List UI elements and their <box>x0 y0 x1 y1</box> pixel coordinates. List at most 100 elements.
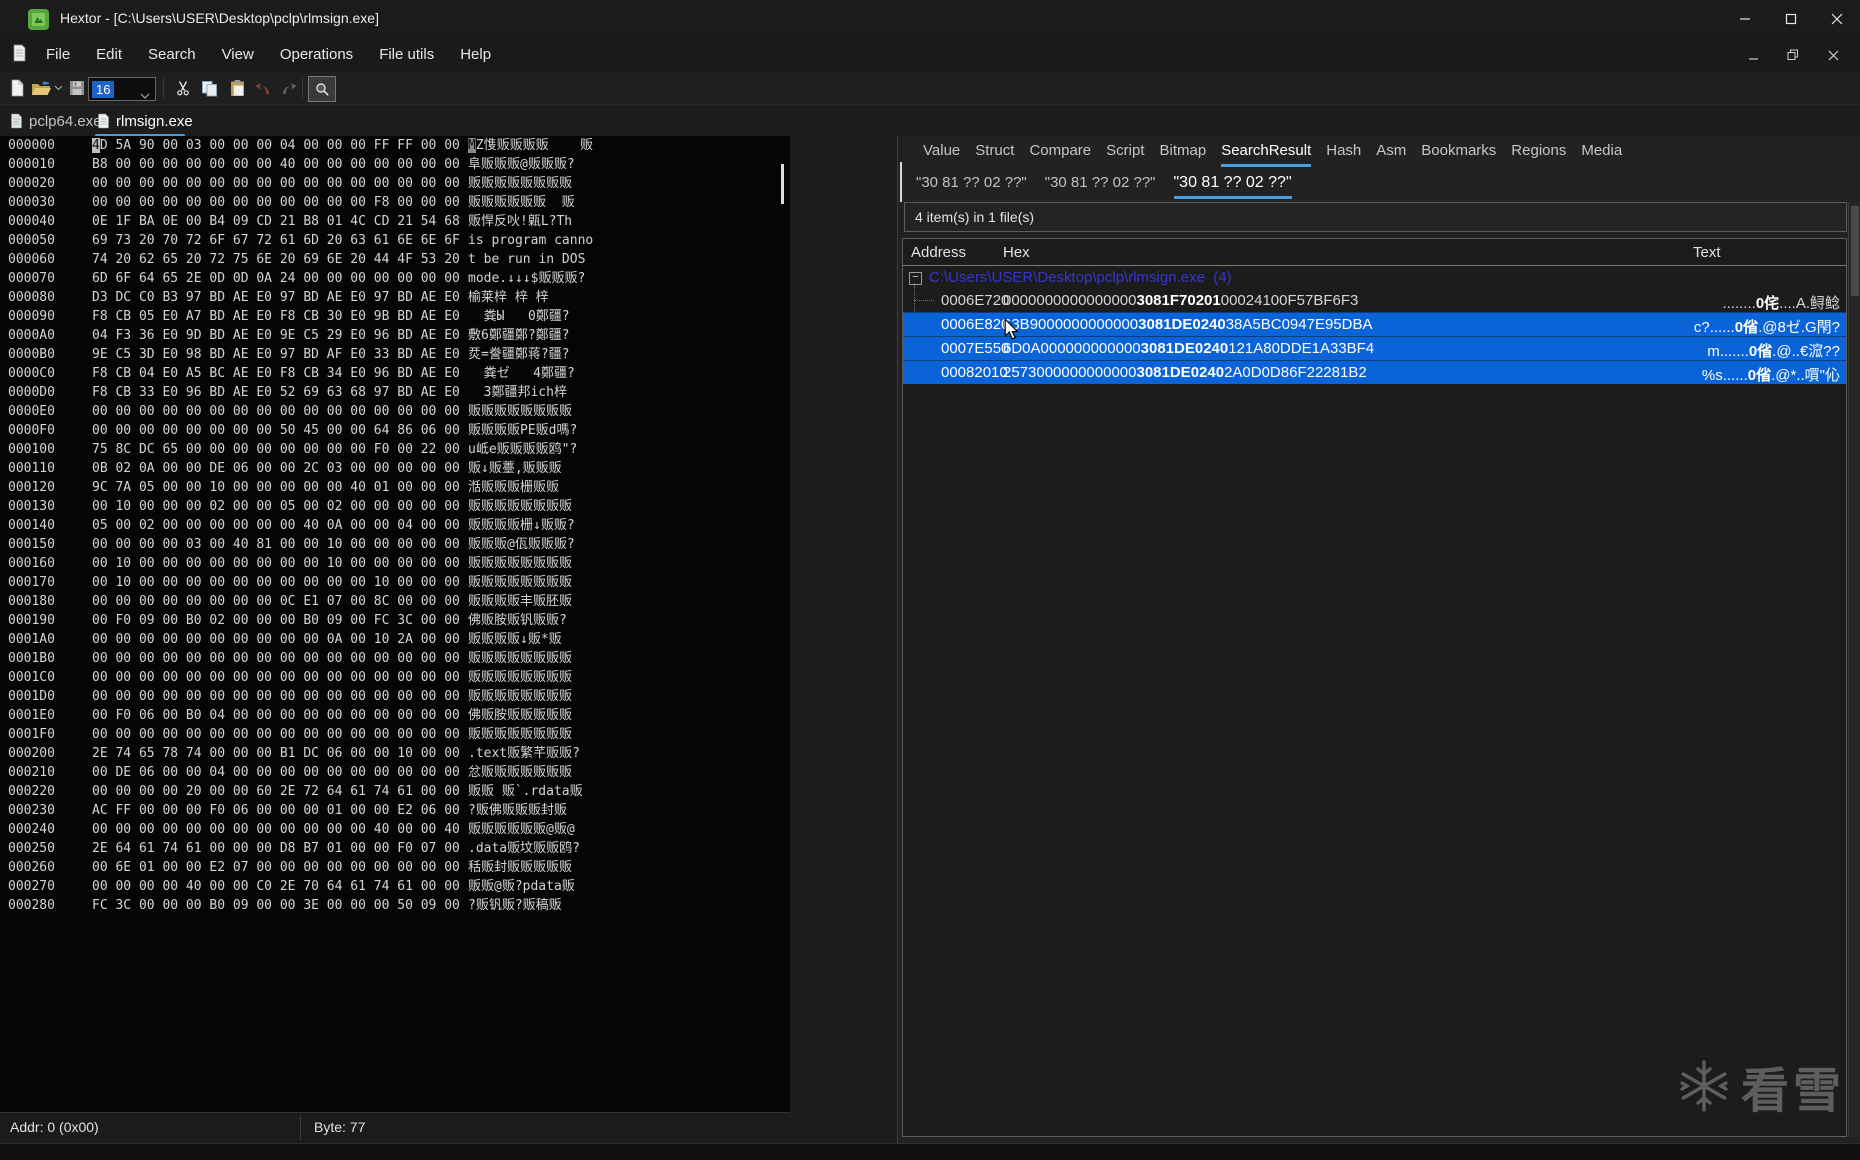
tab-compare[interactable]: Compare <box>1029 142 1091 167</box>
column-text[interactable]: Text <box>1693 244 1721 261</box>
menu-operations[interactable]: Operations <box>267 38 366 72</box>
hex-row[interactable]: 0000E0 00 00 00 00 00 00 00 00 00 00 00 0… <box>0 402 790 421</box>
hex-row[interactable]: 000010 B8 00 00 00 00 00 00 00 40 00 00 0… <box>0 155 790 174</box>
search-result-row[interactable]: 00082010 25730000000000003081DE02402A0D0D… <box>903 360 1846 384</box>
hex-row[interactable]: 0001D0 00 00 00 00 00 00 00 00 00 00 00 0… <box>0 687 790 706</box>
toolbar-separator <box>163 78 164 98</box>
find-button[interactable] <box>308 76 336 102</box>
byte-width-select[interactable]: 16 <box>88 77 156 101</box>
hex-row[interactable]: 000180 00 00 00 00 00 00 00 00 0C E1 07 0… <box>0 592 790 611</box>
mdi-minimize-button[interactable] <box>1740 44 1766 66</box>
tab-bitmap[interactable]: Bitmap <box>1160 142 1207 167</box>
tab-hash[interactable]: Hash <box>1326 142 1361 167</box>
hex-row[interactable]: 000240 00 00 00 00 00 00 00 00 00 00 00 0… <box>0 820 790 839</box>
mdi-close-button[interactable] <box>1820 44 1846 66</box>
file-tab-bar: pclp64.exe rlmsign.exe <box>0 105 1860 137</box>
hex-row[interactable]: 000280 FC 3C 00 00 00 B0 09 00 00 3E 00 0… <box>0 896 790 915</box>
tree-root-row[interactable]: − C:\Users\USER\Desktop\pclp\rlmsign.exe… <box>903 266 1846 289</box>
hex-row[interactable]: 000210 00 DE 06 00 00 04 00 00 00 00 00 0… <box>0 763 790 782</box>
search-result-row[interactable]: 0006E720 00000000000000003081F70201000241… <box>903 289 1846 312</box>
hex-scrollbar-thumb[interactable] <box>781 164 784 204</box>
minimize-button[interactable] <box>1722 0 1768 38</box>
hex-row[interactable]: 000030 00 00 00 00 00 00 00 00 00 00 00 0… <box>0 193 790 212</box>
new-file-icon[interactable] <box>6 77 28 99</box>
hex-row[interactable]: 000150 00 00 00 00 03 00 40 81 00 00 10 0… <box>0 535 790 554</box>
hex-row[interactable]: 000140 05 00 02 00 00 00 00 00 00 40 0A 0… <box>0 516 790 535</box>
hex-row[interactable]: 0001B0 00 00 00 00 00 00 00 00 00 00 00 0… <box>0 649 790 668</box>
tab-value[interactable]: Value <box>923 142 960 167</box>
hex-row[interactable]: 0000D0 F8 CB 33 E0 96 BD AE E0 52 69 63 6… <box>0 383 790 402</box>
open-dropdown-icon[interactable] <box>52 77 64 99</box>
window-title: Hextor - [C:\Users\USER\Desktop\pclp\rlm… <box>60 10 379 26</box>
hex-row[interactable]: 000060 74 20 62 65 20 72 75 6E 20 69 6E 2… <box>0 250 790 269</box>
hex-row[interactable]: 0001E0 00 F0 06 00 B0 04 00 00 00 00 00 0… <box>0 706 790 725</box>
hex-row[interactable]: 0000A0 04 F3 36 E0 9D BD AE E0 9E C5 29 E… <box>0 326 790 345</box>
document-icon[interactable] <box>12 44 27 67</box>
hex-row[interactable]: 000050 69 73 20 70 72 6F 67 72 61 6D 20 6… <box>0 231 790 250</box>
column-address[interactable]: Address <box>911 244 966 261</box>
hex-row[interactable]: 000230 AC FF 00 00 00 F0 06 00 00 00 01 0… <box>0 801 790 820</box>
splitter-grip[interactable] <box>900 162 902 202</box>
hex-row[interactable]: 000200 2E 74 65 78 74 00 00 00 B1 DC 06 0… <box>0 744 790 763</box>
hex-row[interactable]: 000100 75 8C DC 65 00 00 00 00 00 00 00 0… <box>0 440 790 459</box>
tab-searchresult[interactable]: SearchResult <box>1221 142 1312 167</box>
redo-icon[interactable] <box>278 77 300 99</box>
hex-row[interactable]: 000260 00 6E 01 00 00 E2 07 00 00 00 00 0… <box>0 858 790 877</box>
menu-help[interactable]: Help <box>447 38 504 72</box>
hex-row[interactable]: 000070 6D 6F 64 65 2E 0D 0D 0A 24 00 00 0… <box>0 269 790 288</box>
column-hex[interactable]: Hex <box>1003 244 1030 261</box>
hex-row[interactable]: 000190 00 F0 09 00 B0 02 00 00 00 B0 09 0… <box>0 611 790 630</box>
hex-row[interactable]: 000170 00 10 00 00 00 00 00 00 00 00 00 0… <box>0 573 790 592</box>
hex-row[interactable]: 000120 9C 7A 05 00 00 10 00 00 00 00 00 4… <box>0 478 790 497</box>
open-file-icon[interactable] <box>30 77 52 99</box>
search-tab-1[interactable]: "30 81 ?? 02 ??" <box>1045 174 1156 199</box>
maximize-button[interactable] <box>1768 0 1814 38</box>
hex-row[interactable]: 0001C0 00 00 00 00 00 00 00 00 00 00 00 0… <box>0 668 790 687</box>
tab-struct[interactable]: Struct <box>975 142 1014 167</box>
tab-regions[interactable]: Regions <box>1511 142 1566 167</box>
hex-row[interactable]: 0000C0 F8 CB 04 E0 A5 BC AE E0 F8 CB 34 E… <box>0 364 790 383</box>
hex-row[interactable]: 000250 2E 64 61 74 61 00 00 00 D8 B7 01 0… <box>0 839 790 858</box>
menu-file[interactable]: File <box>33 38 83 72</box>
hex-row[interactable]: 000270 00 00 00 00 40 00 00 C0 2E 70 64 6… <box>0 877 790 896</box>
search-result-row[interactable]: 0006E820 63B90000000000003081DE024038A5BC… <box>903 312 1846 336</box>
hex-row[interactable]: 000130 00 10 00 00 00 02 00 00 05 00 02 0… <box>0 497 790 516</box>
status-bar: Addr: 0 (0x00) Byte: 77 <box>0 1112 790 1143</box>
search-tab-2[interactable]: "30 81 ?? 02 ??" <box>1173 174 1292 199</box>
hex-row[interactable]: 000160 00 10 00 00 00 00 00 00 00 00 10 0… <box>0 554 790 573</box>
tab-pclp64[interactable]: pclp64.exe <box>10 109 102 133</box>
hex-row[interactable]: 000080 D3 DC C0 B3 97 BD AE E0 97 BD AE E… <box>0 288 790 307</box>
tab-rlmsign[interactable]: rlmsign.exe <box>97 109 193 133</box>
hex-row[interactable]: 0000F0 00 00 00 00 00 00 00 00 50 45 00 0… <box>0 421 790 440</box>
hex-editor[interactable]: 000000 4D 5A 90 00 03 00 00 00 04 00 00 0… <box>0 136 790 1112</box>
undo-icon[interactable] <box>252 77 274 99</box>
hex-row[interactable]: 000020 00 00 00 00 00 00 00 00 00 00 00 0… <box>0 174 790 193</box>
search-tab-0[interactable]: "30 81 ?? 02 ??" <box>916 174 1027 199</box>
menu-file-utils[interactable]: File utils <box>366 38 447 72</box>
tab-script[interactable]: Script <box>1106 142 1144 167</box>
menu-view[interactable]: View <box>209 38 267 72</box>
hex-row[interactable]: 000090 F8 CB 05 E0 A7 BD AE E0 F8 CB 30 E… <box>0 307 790 326</box>
collapse-icon[interactable]: − <box>909 272 922 285</box>
copy-icon[interactable] <box>198 77 220 99</box>
mdi-restore-button[interactable] <box>1780 44 1806 66</box>
tab-media[interactable]: Media <box>1581 142 1622 167</box>
tab-bookmarks[interactable]: Bookmarks <box>1421 142 1496 167</box>
paste-icon[interactable] <box>226 77 248 99</box>
hex-row[interactable]: 0001A0 00 00 00 00 00 00 00 00 00 00 0A 0… <box>0 630 790 649</box>
hex-row[interactable]: 000110 0B 02 0A 00 00 DE 06 00 00 2C 03 0… <box>0 459 790 478</box>
hex-row[interactable]: 000220 00 00 00 00 20 00 00 60 2E 72 64 6… <box>0 782 790 801</box>
hex-row[interactable]: 000040 0E 1F BA 0E 00 B4 09 CD 21 B8 01 4… <box>0 212 790 231</box>
cut-icon[interactable] <box>172 77 194 99</box>
save-file-icon[interactable] <box>66 77 88 99</box>
results-scrollbar-thumb[interactable] <box>1851 206 1859 296</box>
tab-asm[interactable]: Asm <box>1376 142 1406 167</box>
close-button[interactable] <box>1814 0 1860 38</box>
results-scrollbar[interactable] <box>1848 202 1860 1137</box>
hex-row[interactable]: 0000B0 9E C5 3D E0 98 BD AE E0 97 BD AF E… <box>0 345 790 364</box>
menu-edit[interactable]: Edit <box>83 38 135 72</box>
hex-row[interactable]: 0001F0 00 00 00 00 00 00 00 00 00 00 00 0… <box>0 725 790 744</box>
search-result-row[interactable]: 0007E550 6D0A0000000000003081DE0240121A80… <box>903 336 1846 360</box>
hex-row[interactable]: 000000 4D 5A 90 00 03 00 00 00 04 00 00 0… <box>0 136 790 155</box>
menu-search[interactable]: Search <box>135 38 209 72</box>
